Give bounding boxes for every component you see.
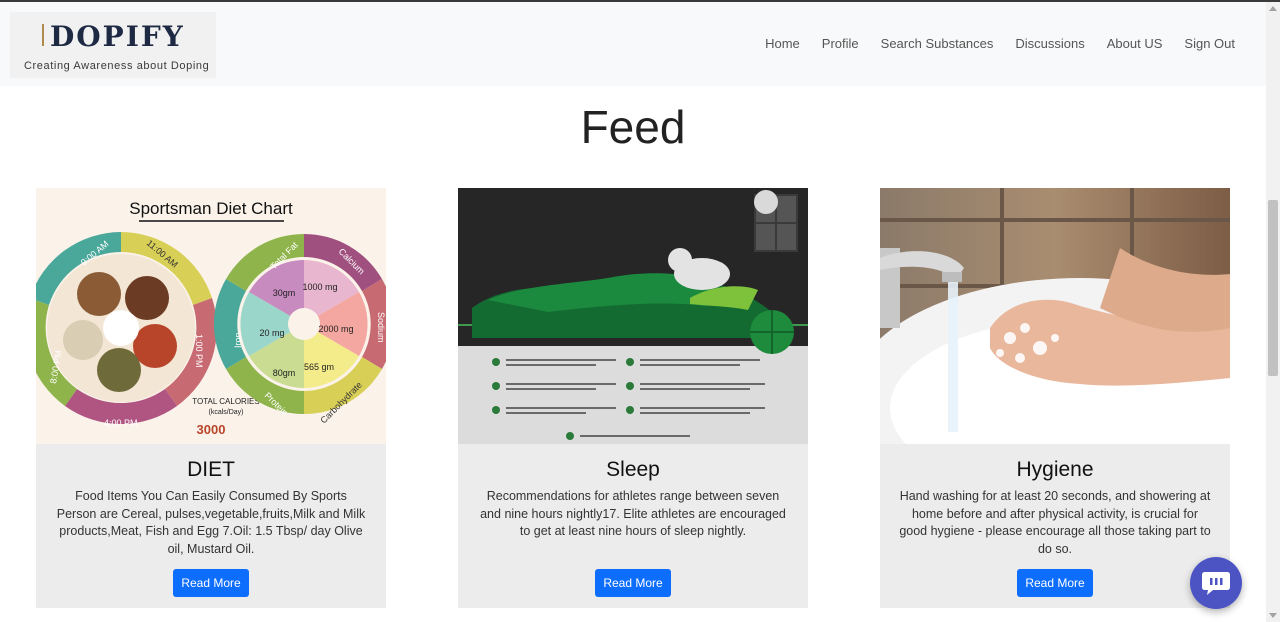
time-label-1pm: 1:00 PM <box>194 334 204 368</box>
total-calories-label: TOTAL CALORIES <box>192 397 259 406</box>
card-text-hygiene: Hand washing for at least 20 seconds, an… <box>899 489 1211 556</box>
card-title-sleep: Sleep <box>606 458 660 481</box>
page-scrollbar[interactable] <box>1266 2 1280 622</box>
sleep-image <box>458 188 808 444</box>
amount-iron: 20 mg <box>259 328 284 338</box>
nutrient-iron: Iron <box>233 332 243 348</box>
nav-discussions[interactable]: Discussions <box>1004 36 1095 51</box>
nav-home[interactable]: Home <box>754 36 811 51</box>
card-text-diet: Food Items You Can Easily Consumed By Sp… <box>56 489 366 556</box>
nutrient-sodium: Sodium <box>376 312 386 343</box>
nav-search-substances[interactable]: Search Substances <box>870 36 1005 51</box>
scroll-up-arrow-icon[interactable] <box>1269 6 1277 11</box>
main-nav: Home Profile Search Substances Discussio… <box>754 36 1246 51</box>
brand-logo[interactable]: DOPIFY Creating Awareness about Doping <box>10 12 216 78</box>
nav-profile[interactable]: Profile <box>811 36 870 51</box>
amount-carbohydrate: 565 gm <box>304 362 334 372</box>
chat-bubble-icon <box>1202 572 1230 595</box>
total-calories-value: 3000 <box>197 422 226 437</box>
amount-calcium: 1000 mg <box>302 282 337 292</box>
total-calories-unit: (kcals/Day) <box>208 409 243 416</box>
diet-chart-illustration: Sportsman Diet Chart 9:00 AM 11:00 AM 1:… <box>36 188 386 444</box>
window-icon <box>754 190 798 252</box>
brand-tagline: Creating Awareness about Doping <box>24 60 210 72</box>
scroll-thumb[interactable] <box>1268 200 1278 376</box>
diet-chart-title: Sportsman Diet Chart <box>129 199 293 218</box>
amount-sodium: 2000 mg <box>318 324 353 334</box>
brand-name: DOPIFY <box>50 20 185 53</box>
card-title-hygiene: Hygiene <box>1016 458 1094 481</box>
amount-protein: 80gm <box>273 368 296 378</box>
card-text-sleep: Recommendations for athletes range betwe… <box>480 489 786 538</box>
card-title-diet: DIET <box>187 458 235 481</box>
hygiene-image <box>880 188 1230 444</box>
amount-total-fat: 30gm <box>273 288 296 298</box>
navbar: DOPIFY Creating Awareness about Doping H… <box>0 2 1266 86</box>
nav-sign-out[interactable]: Sign Out <box>1173 36 1246 51</box>
handwashing-illustration <box>880 188 1230 444</box>
chat-button[interactable] <box>1190 557 1242 609</box>
logo-accent-bar <box>42 24 44 46</box>
feed-card-hygiene: Hygiene Hand washing for at least 20 sec… <box>880 188 1230 608</box>
feed-card-sleep: Sleep Recommendations for athletes range… <box>458 188 808 608</box>
page-title: Feed <box>580 101 686 153</box>
read-more-button-hygiene[interactable]: Read More <box>1017 569 1093 597</box>
diet-chart-image: Sportsman Diet Chart 9:00 AM 11:00 AM 1:… <box>36 188 386 444</box>
nav-about-us[interactable]: About US <box>1096 36 1174 51</box>
read-more-button-sleep[interactable]: Read More <box>595 569 671 597</box>
time-label-4pm: 4:00 PM <box>104 418 138 428</box>
read-more-button-diet[interactable]: Read More <box>173 569 249 597</box>
sleep-illustration <box>458 188 808 444</box>
feed-card-diet: Sportsman Diet Chart 9:00 AM 11:00 AM 1:… <box>36 188 386 608</box>
scroll-down-arrow-icon[interactable] <box>1269 613 1277 618</box>
